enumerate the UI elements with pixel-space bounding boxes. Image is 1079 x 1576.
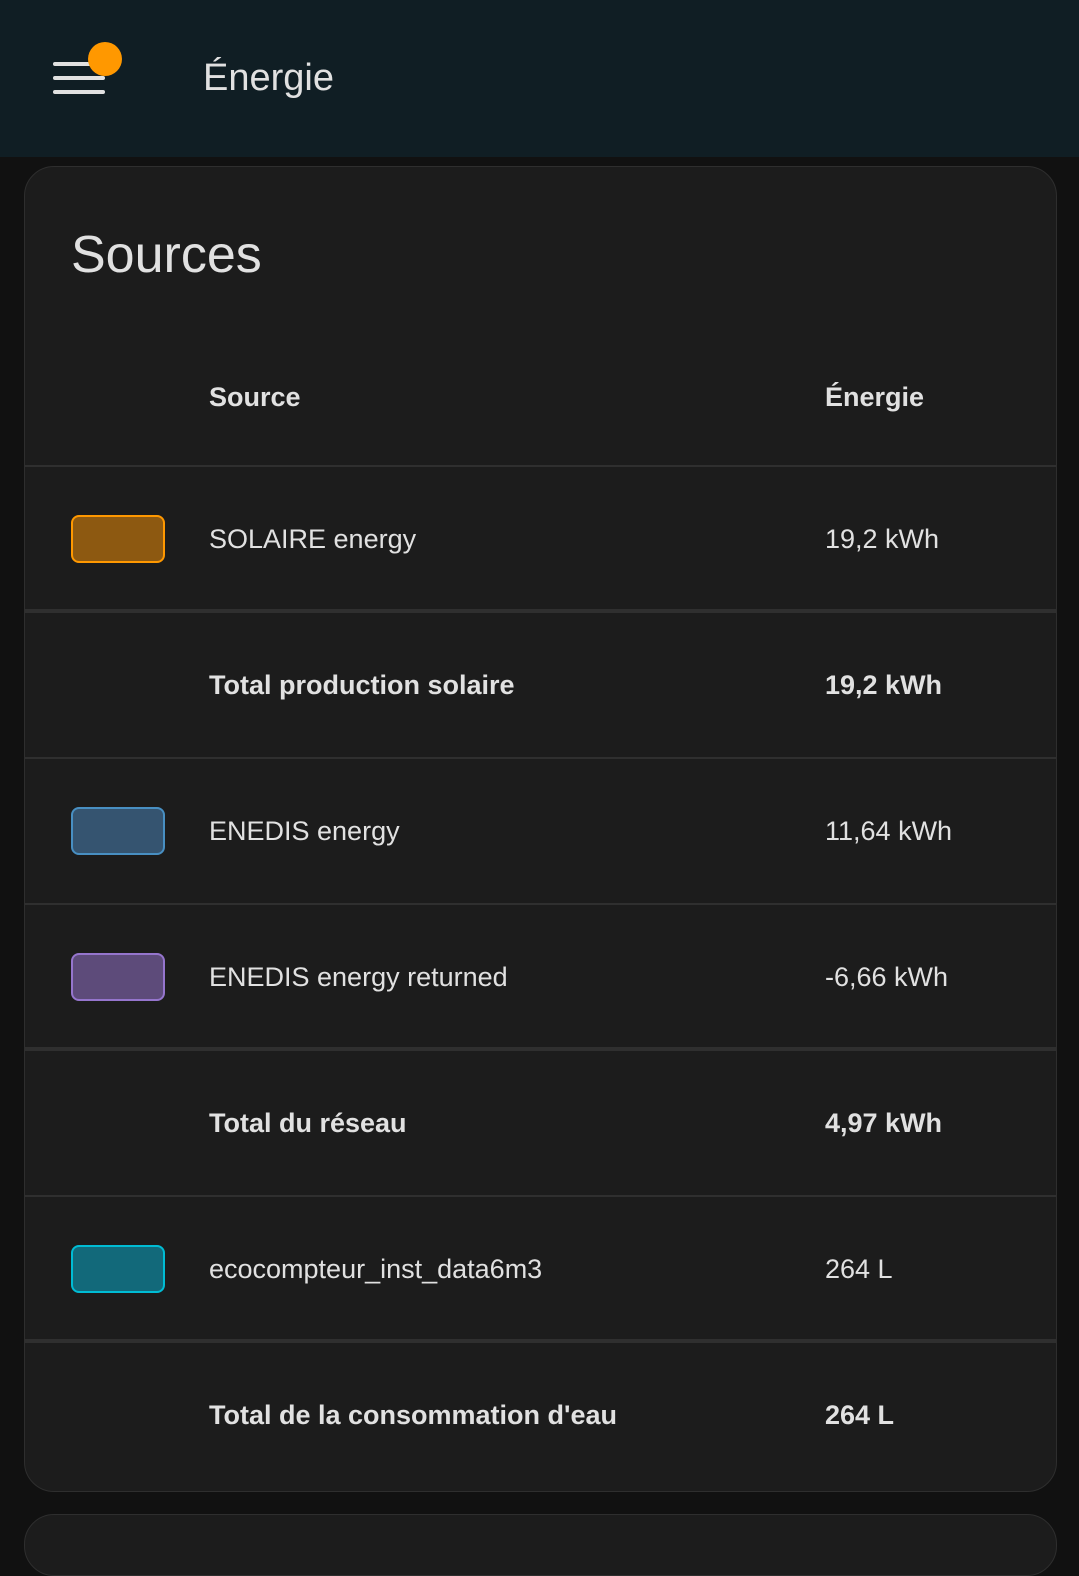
row-name: ecocompteur_inst_data6m3	[209, 1254, 543, 1284]
color-swatch	[71, 1245, 165, 1293]
color-swatch	[71, 953, 165, 1001]
row-name: Total production solaire	[209, 670, 515, 700]
sources-card: Sources Source Énergie SOLAIRE energy 19…	[24, 166, 1057, 1492]
row-name: SOLAIRE energy	[209, 524, 417, 554]
row-value: 19,2 kWh	[825, 524, 940, 554]
column-header-source: Source	[209, 382, 301, 412]
table-row-solaire: SOLAIRE energy 19,2 kWh	[25, 467, 1056, 613]
menu-button[interactable]	[40, 38, 130, 118]
row-value: 19,2 kWh	[825, 670, 943, 700]
menu-icon-line	[53, 90, 105, 94]
card-title: Sources	[71, 226, 262, 284]
app-bar: Énergie	[0, 0, 1079, 157]
table-row-ecocompteur: ecocompteur_inst_data6m3 264 L	[25, 1197, 1056, 1343]
menu-icon-line	[53, 76, 105, 80]
page-title: Énergie	[203, 57, 334, 99]
row-value: 11,64 kWh	[825, 816, 953, 846]
next-card	[24, 1514, 1057, 1576]
table-row-total-reseau: Total du réseau 4,97 kWh	[25, 1051, 1056, 1197]
row-value: 4,97 kWh	[825, 1108, 943, 1138]
menu-icon	[53, 62, 93, 66]
row-name: Total du réseau	[209, 1108, 407, 1138]
table-row-total-solaire: Total production solaire 19,2 kWh	[25, 613, 1056, 759]
table-row-enedis: ENEDIS energy 11,64 kWh	[25, 759, 1056, 905]
row-value: -6,66 kWh	[825, 962, 949, 992]
row-value: 264 L	[825, 1400, 895, 1430]
color-swatch	[71, 515, 165, 563]
table-row-total-eau: Total de la consommation d'eau 264 L	[25, 1343, 1056, 1487]
color-swatch	[71, 807, 165, 855]
table-row-enedis-returned: ENEDIS energy returned -6,66 kWh	[25, 905, 1056, 1051]
column-header-energy: Énergie	[825, 382, 925, 412]
notification-dot	[88, 42, 122, 76]
row-name: Total de la consommation d'eau	[209, 1400, 617, 1430]
row-name: ENEDIS energy returned	[209, 962, 508, 992]
table-header: Source Énergie	[25, 343, 1056, 467]
row-name: ENEDIS energy	[209, 816, 400, 846]
row-value: 264 L	[825, 1254, 893, 1284]
